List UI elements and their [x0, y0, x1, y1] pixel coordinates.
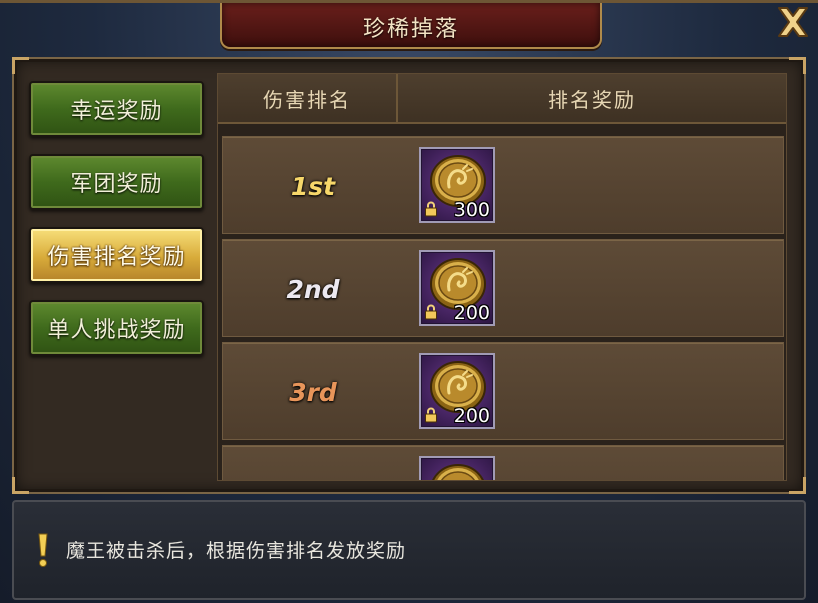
column-header-rank: 伤害排名: [218, 74, 398, 122]
table-row: 1st 300: [222, 136, 784, 234]
item-quantity: 200: [453, 302, 490, 324]
tab-lucky-reward[interactable]: 幸运奖励: [29, 81, 204, 137]
tab-solo-challenge-reward[interactable]: 单人挑战奖励: [29, 300, 204, 356]
table-row: 3rd 200: [222, 342, 784, 440]
item-quantity: 200: [453, 405, 490, 427]
reward-item-slot[interactable]: 200: [419, 250, 495, 326]
rank-label: 2nd: [286, 274, 340, 304]
corner-ornament: [789, 477, 806, 494]
main-panel: 幸运奖励 军团奖励 伤害排名奖励 单人挑战奖励 伤害排名 排名奖励 1st 30…: [12, 57, 806, 494]
tab-label: 军团奖励: [70, 172, 163, 197]
reward-table: 伤害排名 排名奖励 1st 300 2nd 200 3rd 200: [217, 73, 787, 481]
item-quantity: 300: [453, 199, 490, 221]
window-title: 珍稀掉落: [362, 17, 459, 42]
corner-ornament: [12, 477, 29, 494]
tab-label: 单人挑战奖励: [47, 318, 186, 343]
close-icon: [778, 7, 808, 37]
tab-label: 幸运奖励: [70, 99, 163, 124]
rare-drops-window: 珍稀掉落 幸运奖励 军团奖励 伤害排名奖励 单人挑战奖励 伤害排名 排名奖励 1…: [0, 0, 818, 603]
info-text: 魔王被击杀后，根据伤害排名发放奖励: [66, 540, 407, 562]
corner-ornament: [789, 57, 806, 74]
tab-label: 伤害排名奖励: [47, 245, 186, 270]
table-row: 2nd 200: [222, 239, 784, 337]
gold-coin-icon: [432, 464, 484, 480]
table-row-partial: [222, 445, 784, 480]
table-header: 伤害排名 排名奖励: [218, 74, 786, 124]
info-bar: 魔王被击杀后，根据伤害排名发放奖励: [12, 500, 806, 600]
close-button[interactable]: [770, 3, 816, 41]
tab-damage-rank-reward[interactable]: 伤害排名奖励: [29, 227, 204, 283]
corner-ornament: [12, 57, 29, 74]
rank-label: 1st: [290, 171, 336, 201]
column-header-reward: 排名奖励: [548, 87, 636, 112]
lock-icon: [425, 201, 437, 217]
tab-legion-reward[interactable]: 军团奖励: [29, 154, 204, 210]
rank-label: 3rd: [289, 377, 337, 407]
title-plate: 珍稀掉落: [220, 3, 602, 49]
lock-icon: [425, 304, 437, 320]
reward-item-slot[interactable]: 200: [419, 353, 495, 429]
lock-icon: [425, 407, 437, 423]
reward-item-slot[interactable]: [419, 456, 495, 480]
reward-item-slot[interactable]: 300: [419, 147, 495, 223]
exclamation-icon: [38, 533, 48, 567]
